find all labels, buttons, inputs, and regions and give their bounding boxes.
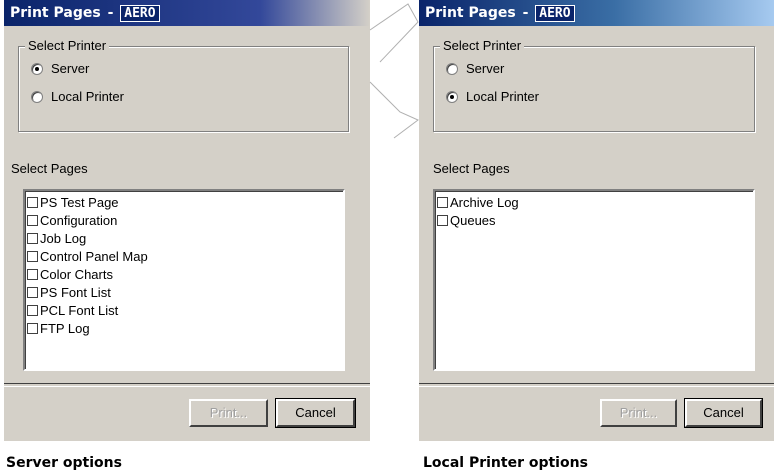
checkbox-icon[interactable] [27,268,38,280]
list-item-ps-test-page[interactable]: PS Test Page [27,193,343,211]
caption-local-printer-options: Local Printer options [423,455,588,471]
select-pages-label: Select Pages [11,161,88,176]
radio-server[interactable]: Server [446,61,504,76]
list-item-label: PCL Font List [40,302,119,318]
dialog-title: Print Pages [425,5,516,21]
title-bar[interactable]: Print Pages - AERO [4,0,370,26]
print-pages-dialog-local-printer: Print Pages - AERO Select Printer Server… [419,0,774,441]
list-item-archive-log[interactable]: Archive Log [437,193,753,211]
server-name: AERO [120,5,160,22]
radio-label: Local Printer [466,89,539,104]
footer-divider-highlight [419,386,774,387]
list-item-label: Queues [450,212,496,228]
list-item-pcl-font-list[interactable]: PCL Font List [27,301,343,319]
print-pages-dialog-server: Print Pages - AERO Select Printer Server… [4,0,370,441]
list-item-color-charts[interactable]: Color Charts [27,265,343,283]
cancel-button[interactable]: Cancel [276,399,355,427]
radio-button-icon[interactable] [446,90,458,103]
checkbox-icon[interactable] [27,196,38,208]
radio-button-icon[interactable] [31,90,43,103]
list-item-label: FTP Log [40,320,90,336]
radio-local-printer[interactable]: Local Printer [31,89,124,104]
title-separator: - [107,5,114,21]
select-printer-group: Select Printer Server Local Printer [433,38,755,132]
list-item-label: Job Log [40,230,87,246]
radio-local-printer[interactable]: Local Printer [446,89,539,104]
list-item-control-panel-map[interactable]: Control Panel Map [27,247,343,265]
list-item-job-log[interactable]: Job Log [27,229,343,247]
select-printer-label: Select Printer [25,38,110,53]
list-item-ftp-log[interactable]: FTP Log [27,319,343,337]
list-item-queues[interactable]: Queues [437,211,753,229]
select-printer-group: Select Printer Server Local Printer [18,38,349,132]
radio-server[interactable]: Server [31,61,89,76]
checkbox-icon[interactable] [27,322,38,334]
checkbox-icon[interactable] [27,232,38,244]
list-item-configuration[interactable]: Configuration [27,211,343,229]
select-pages-label: Select Pages [433,161,510,176]
print-button[interactable]: Print... [600,399,677,427]
checkbox-icon[interactable] [27,214,38,226]
list-item-label: PS Font List [40,284,111,300]
list-item-label: Control Panel Map [40,248,148,264]
checkbox-icon[interactable] [437,196,448,208]
dialog-title: Print Pages [10,5,101,21]
radio-label: Server [466,61,505,76]
checkbox-icon[interactable] [27,286,38,298]
pages-listbox[interactable]: PS Test Page Configuration Job Log Contr… [23,189,345,371]
title-separator: - [522,5,529,21]
radio-button-icon[interactable] [446,62,458,75]
list-item-label: Archive Log [450,194,519,210]
cancel-button[interactable]: Cancel [685,399,762,427]
list-item-label: Color Charts [40,266,113,282]
print-button[interactable]: Print... [189,399,268,427]
caption-server-options: Server options [6,455,122,471]
radio-label: Local Printer [51,89,124,104]
footer-divider-highlight [4,386,370,387]
radio-button-icon[interactable] [31,62,43,75]
list-item-ps-font-list[interactable]: PS Font List [27,283,343,301]
title-bar[interactable]: Print Pages - AERO [419,0,774,26]
checkbox-icon[interactable] [27,250,38,262]
list-item-label: PS Test Page [40,194,119,210]
checkbox-icon[interactable] [437,214,448,226]
checkbox-icon[interactable] [27,304,38,316]
server-name: AERO [535,5,575,22]
select-printer-label: Select Printer [440,38,525,53]
radio-label: Server [51,61,90,76]
pages-listbox[interactable]: Archive Log Queues [433,189,755,371]
list-item-label: Configuration [40,212,118,228]
